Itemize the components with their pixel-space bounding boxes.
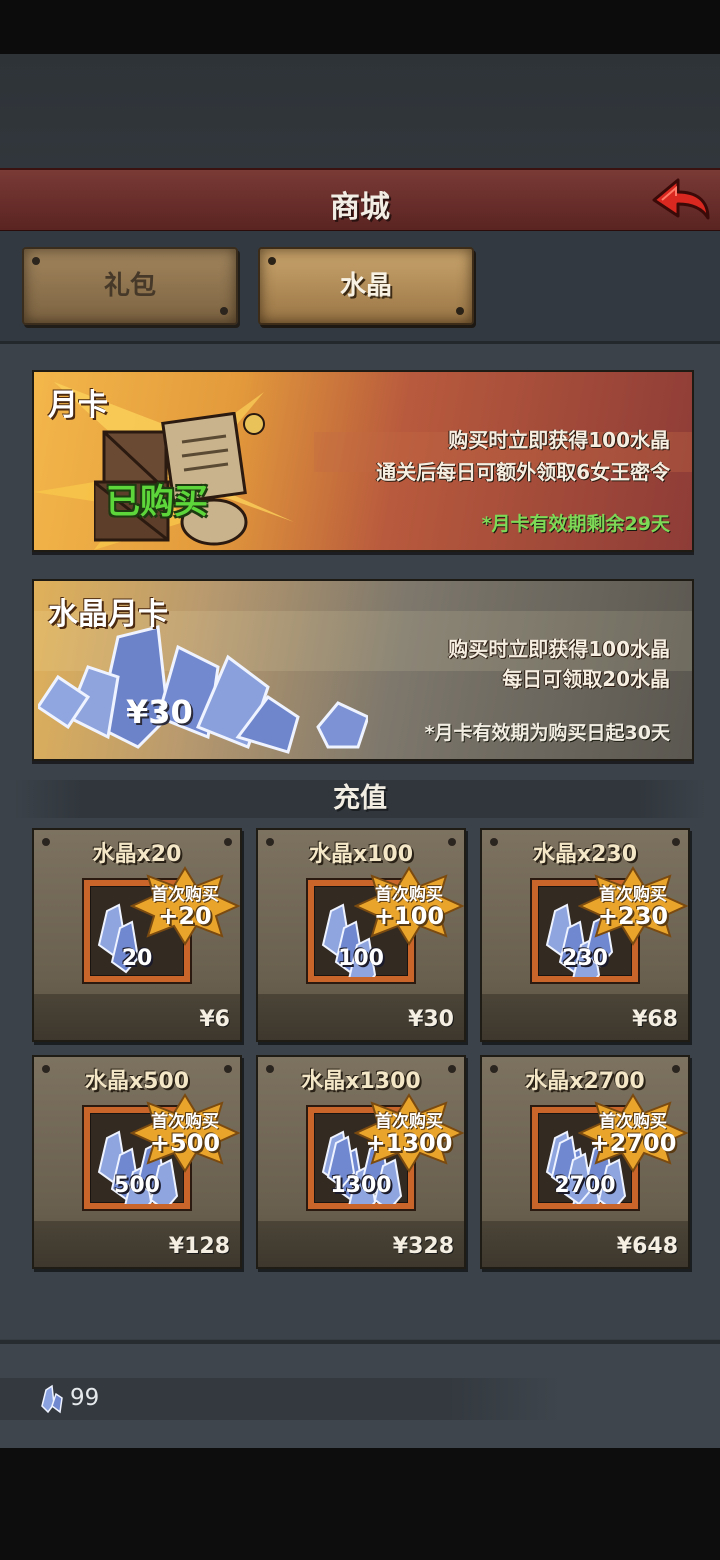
first-purchase-badge: 首次购买 +100 <box>354 866 464 946</box>
card-title: 水晶x1300 <box>301 1069 421 1094</box>
bonus-amount: +20 <box>158 902 212 930</box>
crystal-icon <box>41 1384 63 1414</box>
card-title: 水晶x2700 <box>525 1069 645 1094</box>
tab-label: 礼包 <box>103 271 156 301</box>
card-price: ¥30 <box>408 1007 454 1032</box>
card-title: 水晶x20 <box>92 842 182 867</box>
recharge-card[interactable]: 水晶x500 500 首次购买 +500 ¥128 <box>32 1055 242 1269</box>
nail-decoration <box>268 257 276 265</box>
card-price: ¥68 <box>632 1007 678 1032</box>
banner-benefit-1: 购买时立即获得100水晶 <box>448 428 670 452</box>
navigation-bar-area <box>0 1448 720 1560</box>
banner-benefit-2: 通关后每日可额外领取6女王密令 <box>376 460 670 484</box>
crystal-amount: 100 <box>338 946 384 971</box>
tab-bar: 礼包 水晶 <box>0 231 720 344</box>
bonus-amount: +2700 <box>589 1129 677 1157</box>
banner-benefit-2: 每日可领取20水晶 <box>502 667 670 691</box>
monthly-card-banner[interactable]: 月卡 已购买 购买时立即获得100水晶 通关后每日可额外领取6女王密令 *月卡有… <box>32 370 694 552</box>
recharge-section-title: 充值 <box>14 780 706 818</box>
nail-decoration <box>456 307 464 315</box>
recharge-card[interactable]: 水晶x1300 1300 首次购买 +1300 ¥328 <box>256 1055 466 1269</box>
currency-bar: 99 <box>0 1378 560 1420</box>
banner-title: 月卡 <box>48 388 108 423</box>
tab-gift-pack[interactable]: 礼包 <box>22 247 238 325</box>
recharge-card[interactable]: 水晶x20 20 首次购买 +20 ¥6 <box>32 828 242 1042</box>
crystal-amount: 500 <box>114 1173 160 1198</box>
bonus-amount: +230 <box>597 902 669 930</box>
crystal-amount: 1300 <box>330 1173 392 1198</box>
tab-crystal[interactable]: 水晶 <box>258 247 474 325</box>
crystal-amount: 230 <box>562 946 608 971</box>
status-bar-area <box>0 0 720 54</box>
purchased-stamp: 已购买 <box>106 482 208 522</box>
card-price: ¥648 <box>616 1234 678 1259</box>
banner-validity-note: *月卡有效期剩余29天 <box>481 513 670 535</box>
crystal-amount: 20 <box>121 946 153 971</box>
card-price: ¥6 <box>199 1007 230 1032</box>
recharge-card[interactable]: 水晶x100 100 首次购买 +100 ¥30 <box>256 828 466 1042</box>
first-purchase-badge: 首次购买 +2700 <box>578 1093 688 1173</box>
card-title: 水晶x230 <box>532 842 638 867</box>
recharge-card[interactable]: 水晶x2700 2700 首次购买 +2700 ¥648 <box>480 1055 690 1269</box>
first-purchase-badge: 首次购买 +500 <box>130 1093 240 1173</box>
crystal-balance: 99 <box>70 1385 100 1411</box>
back-arrow-icon[interactable] <box>648 174 712 226</box>
card-title: 水晶x500 <box>84 1069 190 1094</box>
banner-price: ¥30 <box>126 693 193 731</box>
page-title: 商城 <box>330 190 390 225</box>
first-purchase-badge: 首次购买 +1300 <box>354 1093 464 1173</box>
banner-validity-note: *月卡有效期为购买日起30天 <box>424 722 670 744</box>
banner-title: 水晶月卡 <box>48 597 168 632</box>
bonus-amount: +1300 <box>365 1129 453 1157</box>
card-title: 水晶x100 <box>308 842 414 867</box>
nail-decoration <box>32 257 40 265</box>
banner-benefit-1: 购买时立即获得100水晶 <box>448 637 670 661</box>
crystal-amount: 2700 <box>554 1173 616 1198</box>
first-purchase-badge: 首次购买 +20 <box>130 866 240 946</box>
nail-decoration <box>220 307 228 315</box>
tab-label: 水晶 <box>339 271 392 301</box>
card-price: ¥128 <box>168 1234 230 1259</box>
shop-header: 商城 <box>0 168 720 233</box>
bonus-amount: +500 <box>149 1129 221 1157</box>
crystal-card-banner[interactable]: 水晶月卡 ¥30 购买时立即获得100水晶 每日可领取20水晶 *月卡有效期为购… <box>32 579 694 761</box>
card-price: ¥328 <box>392 1234 454 1259</box>
recharge-card[interactable]: 水晶x230 230 首次购买 +230 ¥68 <box>480 828 690 1042</box>
bonus-amount: +100 <box>373 902 445 930</box>
first-purchase-badge: 首次购买 +230 <box>578 866 688 946</box>
